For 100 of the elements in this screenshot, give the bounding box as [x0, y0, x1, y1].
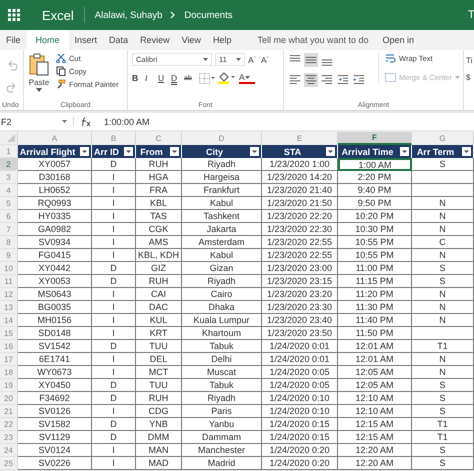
table-cell: RUH: [136, 275, 182, 288]
align-middle-button[interactable]: [304, 53, 318, 67]
align-center-button[interactable]: [304, 73, 318, 87]
align-left-button[interactable]: [288, 73, 302, 87]
table-cell: 1/24/2020 0:15: [262, 418, 338, 431]
breadcrumb-item[interactable]: Alalawi, Suhayb: [94, 10, 162, 20]
underline-button[interactable]: U: [158, 73, 168, 83]
row-header[interactable]: 10: [0, 262, 18, 275]
paste-button[interactable]: Paste: [28, 53, 50, 92]
chevron-icon: [170, 11, 176, 19]
shrink-font-button[interactable]: A$^{ˇ}$: [261, 54, 271, 64]
italic-button[interactable]: I: [145, 73, 155, 83]
table-cell: 1/23/2020 23:15: [262, 275, 338, 288]
table-cell: 1/23/2020 22:55: [262, 249, 338, 262]
row-header[interactable]: 13: [0, 301, 18, 314]
filter-dropdown-icon[interactable]: [124, 147, 133, 156]
row-header[interactable]: 18: [0, 366, 18, 379]
menu-tab[interactable]: Insert: [68, 30, 104, 50]
row-header[interactable]: 8: [0, 236, 18, 249]
row-header[interactable]: 14: [0, 314, 18, 327]
table-cell: 1/24/2020 0:05: [262, 379, 338, 392]
outdent-button[interactable]: [336, 73, 350, 87]
double-underline-button[interactable]: D: [171, 73, 181, 83]
table-cell: 1/24/2020 0:01: [262, 353, 338, 366]
table-cell: D: [92, 379, 136, 392]
font-color-button[interactable]: A: [239, 72, 255, 84]
table-cell: SV1582: [18, 418, 92, 431]
row-header[interactable]: 11: [0, 275, 18, 288]
column-header[interactable]: D: [182, 132, 262, 145]
copy-icon: [56, 66, 66, 76]
open-in-app-button[interactable]: Open in: [376, 30, 420, 50]
row-header[interactable]: 22: [0, 418, 18, 431]
breadcrumb-item[interactable]: Documents: [184, 10, 232, 20]
column-header[interactable]: C: [136, 132, 182, 145]
table-cell: 11:40 PM: [338, 314, 412, 327]
row-header[interactable]: 7: [0, 223, 18, 236]
row-header[interactable]: 16: [0, 340, 18, 353]
filter-dropdown-icon[interactable]: [250, 147, 259, 156]
app-name[interactable]: Excel: [42, 8, 74, 22]
column-header[interactable]: E: [262, 132, 338, 145]
filter-dropdown-icon[interactable]: [170, 147, 179, 156]
menu-tab[interactable]: Review: [134, 30, 176, 50]
function-icon[interactable]: [80, 116, 92, 126]
bold-button[interactable]: B: [132, 73, 142, 83]
table-cell: TAS: [136, 210, 182, 223]
column-header[interactable]: F: [338, 132, 412, 145]
menu-tab[interactable]: Help: [206, 30, 238, 50]
row-header[interactable]: 3: [0, 171, 18, 184]
table-cell: SV1542: [18, 340, 92, 353]
row-header[interactable]: 15: [0, 327, 18, 340]
filter-dropdown-icon[interactable]: [400, 147, 409, 156]
row-header[interactable]: 5: [0, 197, 18, 210]
table-cell: I: [92, 457, 136, 470]
align-right-button[interactable]: [320, 73, 334, 87]
number-format-dropdown[interactable]: Ti: [466, 56, 474, 65]
filter-dropdown-icon[interactable]: [80, 147, 89, 156]
table-cell: N: [412, 288, 474, 301]
menu-tab[interactable]: Home: [26, 30, 69, 50]
table-cell: T1: [412, 431, 474, 444]
tell-me-field[interactable]: Tell me what you want to do: [249, 35, 377, 45]
column-header[interactable]: G: [412, 132, 474, 145]
row-header[interactable]: 19: [0, 379, 18, 392]
row-header[interactable]: 12: [0, 288, 18, 301]
indent-button[interactable]: [352, 73, 366, 87]
row-header[interactable]: 20: [0, 392, 18, 405]
table-cell: T1: [412, 418, 474, 431]
app-launcher-icon[interactable]: [8, 9, 20, 21]
table-cell: Madrid: [182, 457, 262, 470]
row-header[interactable]: 17: [0, 353, 18, 366]
filter-dropdown-icon[interactable]: [462, 147, 471, 156]
table-cell: Khartoum: [182, 327, 262, 340]
row-header[interactable]: 21: [0, 405, 18, 418]
table-cell: Dhaka: [182, 301, 262, 314]
name-box[interactable]: F2: [0, 116, 74, 126]
formula-input[interactable]: 1:00:00 AM: [98, 116, 150, 126]
currency-button[interactable]: $: [466, 73, 474, 82]
row-header[interactable]: 24: [0, 444, 18, 457]
menu-tab[interactable]: Data: [103, 30, 134, 50]
table-cell: XY0057: [18, 158, 92, 171]
grow-font-button[interactable]: A$^{ˆ}$: [248, 54, 258, 64]
row-header[interactable]: 6: [0, 210, 18, 223]
row-header[interactable]: 23: [0, 431, 18, 444]
filter-dropdown-icon[interactable]: [326, 147, 335, 156]
menu-tab[interactable]: File: [0, 30, 27, 50]
menu-tab[interactable]: View: [176, 30, 207, 50]
row-header[interactable]: 1: [0, 145, 18, 158]
fill-color-icon[interactable]: [218, 72, 236, 84]
table-cell: 11:00 PM: [338, 262, 412, 275]
table-cell: N: [412, 314, 474, 327]
table-cell: S: [412, 158, 474, 171]
column-header[interactable]: A: [18, 132, 92, 145]
row-header[interactable]: 9: [0, 249, 18, 262]
table-cell: MAD: [136, 457, 182, 470]
row-header[interactable]: 25: [0, 457, 18, 470]
row-header[interactable]: 4: [0, 184, 18, 197]
paintbrush-icon: [56, 79, 66, 89]
column-header[interactable]: B: [92, 132, 136, 145]
table-header-cell: STA: [262, 145, 338, 158]
row-header[interactable]: 2: [0, 158, 18, 171]
table-cell: D: [92, 158, 136, 171]
